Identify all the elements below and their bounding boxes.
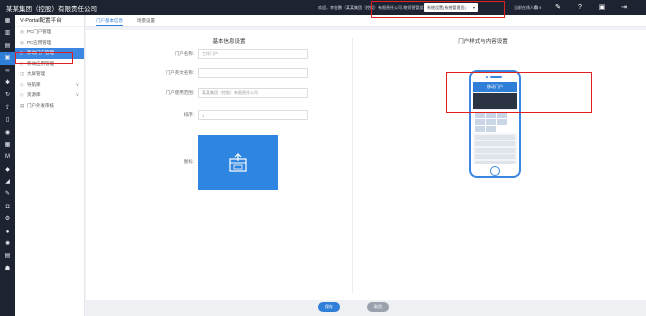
home-button-icon bbox=[490, 166, 500, 176]
save-button[interactable]: 保存 bbox=[318, 302, 340, 312]
help-icon[interactable]: ? bbox=[570, 0, 590, 15]
field-portal-en-name: 门户英文名称: bbox=[116, 68, 346, 78]
link-icon[interactable]: ∞ bbox=[0, 65, 15, 77]
phone-app-grid bbox=[473, 110, 517, 133]
field-label: 排序: bbox=[183, 112, 194, 117]
field-label: 门户名称: bbox=[174, 51, 194, 56]
window-icon[interactable]: ▣ bbox=[592, 0, 612, 15]
audit-icon: ▤ bbox=[20, 102, 25, 108]
resource-icon: ◇ bbox=[20, 92, 24, 97]
chevron-down-icon: ▾ bbox=[472, 5, 475, 10]
user-icon[interactable]: ☗ bbox=[0, 263, 15, 275]
menu-item-nav-library[interactable]: ◇ 导航库 ∨ bbox=[15, 80, 84, 91]
content-panel: 基本信息设置 门户样式与内容设置 门户名称: 门户英文名称: 门户使用范围: 排… bbox=[86, 30, 646, 300]
app-icon[interactable]: ▦ bbox=[0, 15, 15, 27]
menu-item-mobile-portal[interactable]: ▯ 移动门户管理 bbox=[15, 48, 84, 59]
cancel-button[interactable]: 取消 bbox=[367, 302, 389, 312]
phone-screen[interactable]: 移动门户 bbox=[473, 82, 517, 164]
menu-item-portal-audit[interactable]: ▤ 门户外发审核 bbox=[15, 101, 84, 112]
phone-preview: 移动门户 bbox=[469, 70, 521, 178]
gear-icon[interactable]: ⚙ bbox=[0, 213, 15, 225]
tab-bar: 门户基本信息 场景设置 bbox=[86, 15, 646, 27]
footer-bar: 保存 取消 bbox=[86, 300, 646, 316]
nav-icon: ◇ bbox=[20, 81, 24, 87]
field-label: 门户使用范围: bbox=[165, 90, 194, 95]
edit-icon[interactable]: ✎ bbox=[0, 188, 15, 200]
chevron-down-icon: ∨ bbox=[75, 92, 79, 97]
side-menu: V-Portal配置平台 ◎ PC门户管理 ◎ PC应用管理 ▯ 移动门户管理 ▯ 移动… bbox=[15, 15, 85, 316]
screen-icon: ◫ bbox=[20, 71, 25, 76]
eye-icon[interactable]: ◉ bbox=[0, 127, 15, 139]
portal-icon[interactable]: ▣ bbox=[0, 52, 15, 65]
field-portal-scope: 门户使用范围: bbox=[116, 88, 346, 98]
tab-basic-info[interactable]: 门户基本信息 bbox=[96, 15, 123, 26]
main-area: 门户基本信息 场景设置 基本信息设置 门户样式与内容设置 门户名称: 门户英文名… bbox=[86, 15, 646, 316]
logout-icon[interactable]: ⇥ bbox=[614, 0, 634, 15]
menu-item-pc-portal[interactable]: ◎ PC门户管理 bbox=[15, 27, 84, 38]
brand-title: 某某集团（控股）有限责任公司 bbox=[6, 5, 97, 13]
mail-icon[interactable]: M bbox=[0, 151, 15, 163]
menu-item-pc-app[interactable]: ◎ PC应用管理 bbox=[15, 38, 84, 49]
portal-icon-upload[interactable] bbox=[198, 135, 278, 190]
chevron-down-icon: ∨ bbox=[75, 81, 79, 87]
tab-scene-settings[interactable]: 场景设置 bbox=[137, 15, 155, 26]
wrench-icon[interactable]: ✎ bbox=[548, 0, 568, 15]
sort-input[interactable] bbox=[198, 110, 308, 120]
chat-icon[interactable]: ◆ bbox=[0, 164, 15, 176]
style-content-title: 门户样式与内容设置 bbox=[458, 39, 508, 45]
phone-list-item bbox=[475, 141, 515, 146]
field-sort: 排序: bbox=[116, 110, 346, 120]
phone-list-item bbox=[475, 134, 515, 140]
document-icon[interactable]: ▯ bbox=[0, 114, 15, 126]
menu-item-resource-library[interactable]: ◇ 资源库 ∨ bbox=[15, 90, 84, 101]
divider bbox=[352, 38, 353, 293]
phone-list-item bbox=[475, 147, 515, 153]
phone-list-item bbox=[475, 154, 515, 159]
share-icon[interactable]: ⇪ bbox=[0, 102, 15, 114]
pc-icon: ◎ bbox=[20, 29, 24, 34]
system-select-value: 系统设置(系统管理员) bbox=[427, 5, 466, 10]
basic-info-title: 基本信息设置 bbox=[212, 39, 246, 45]
phone-banner bbox=[473, 93, 517, 109]
icon-rail: ▦ ▥ ▤ ▣ ∞ ✱ ↻ ⇪ ▯ ◉ ▦ M ◆ ◢ ✎ ◘ ⚙ ● ✺ ▤ … bbox=[0, 15, 15, 316]
star-icon[interactable]: ✺ bbox=[0, 238, 15, 250]
lock-icon[interactable]: ◘ bbox=[0, 201, 15, 213]
icon-field-label: 图标: bbox=[183, 159, 194, 164]
menu-item-big-screen[interactable]: ◫ 大屏管理 bbox=[15, 69, 84, 80]
refresh-icon[interactable]: ↻ bbox=[0, 89, 15, 101]
system-select[interactable]: 系统设置(系统管理员) ▾ bbox=[424, 3, 478, 12]
sync-icon[interactable]: ◢ bbox=[0, 176, 15, 188]
menu-item-mobile-app[interactable]: ▯ 移动应用管理 bbox=[15, 59, 84, 70]
printer-icon[interactable]: ▤ bbox=[0, 250, 15, 262]
mobile-icon: ▯ bbox=[20, 50, 23, 55]
portal-name-input[interactable] bbox=[198, 49, 308, 59]
welcome-text: 欢迎，李金鹏（某某集团（控股）有限责任公司-物资营管部）首席 bbox=[318, 5, 436, 10]
grid-icon[interactable]: ▦ bbox=[0, 139, 15, 151]
mobile-app-icon: ▯ bbox=[20, 60, 23, 66]
circle-icon[interactable]: ● bbox=[0, 226, 15, 238]
home-icon[interactable]: ⌂ bbox=[526, 0, 546, 15]
chart-icon[interactable]: ▥ bbox=[0, 27, 15, 39]
phone-header: 移动门户 bbox=[473, 82, 517, 92]
portal-logo-icon bbox=[229, 152, 247, 172]
portal-en-name-input[interactable] bbox=[198, 68, 308, 78]
menu-title: V-Portal配置平台 bbox=[15, 15, 84, 27]
phone-list-item bbox=[475, 160, 515, 164]
field-portal-name: 门户名称: bbox=[116, 49, 346, 59]
settings-icon[interactable]: ✱ bbox=[0, 77, 15, 89]
app-icon: ◎ bbox=[20, 39, 24, 45]
field-label: 门户英文名称: bbox=[165, 70, 194, 75]
calendar-icon[interactable]: ▤ bbox=[0, 40, 15, 52]
camera-dot bbox=[486, 75, 488, 78]
portal-scope-input[interactable] bbox=[198, 88, 308, 98]
top-bar: 某某集团（控股）有限责任公司 欢迎，李金鹏（某某集团（控股）有限责任公司-物资营… bbox=[0, 0, 646, 15]
speaker-bar bbox=[490, 76, 502, 78]
